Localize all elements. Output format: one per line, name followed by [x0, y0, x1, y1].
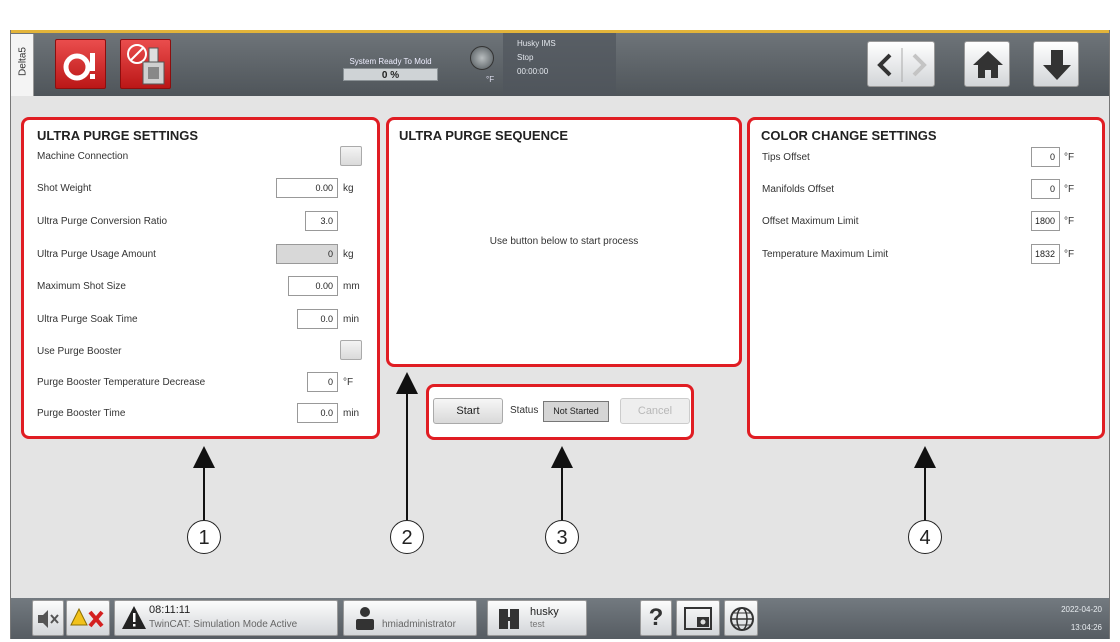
footer-time: 13:04:26: [1070, 623, 1102, 632]
warning-icon: [122, 606, 146, 629]
help-button[interactable]: ?: [640, 600, 672, 636]
alarm-reset-button[interactable]: [66, 600, 110, 636]
speaker-muted-icon: [38, 610, 59, 628]
callout-3: 3: [545, 520, 579, 554]
user-icon: [356, 607, 374, 630]
user-button[interactable]: hmiadministrator: [343, 600, 477, 636]
globe-icon: [730, 607, 754, 631]
profile-button[interactable]: husky test: [487, 600, 587, 636]
profile-sub: test: [530, 619, 545, 629]
alarm-banner[interactable]: 08:11:11 TwinCAT: Simulation Mode Active: [114, 600, 338, 636]
callout-4: 4: [908, 520, 942, 554]
footer-date: 2022-04-20: [1061, 605, 1102, 614]
screen-capture-icon: [684, 607, 712, 630]
screenshot-button[interactable]: [676, 600, 720, 636]
warning-cancel-icon: [70, 607, 104, 628]
callout-2: 2: [390, 520, 424, 554]
mute-button[interactable]: [32, 600, 64, 636]
language-button[interactable]: [724, 600, 758, 636]
user-name: hmiadministrator: [382, 619, 456, 630]
profile-logo-icon: [499, 609, 519, 629]
profile-name: husky: [530, 606, 559, 618]
callout-1: 1: [187, 520, 221, 554]
alarm-time: 08:11:11: [149, 604, 191, 616]
alarm-text: TwinCAT: Simulation Mode Active: [149, 619, 298, 630]
